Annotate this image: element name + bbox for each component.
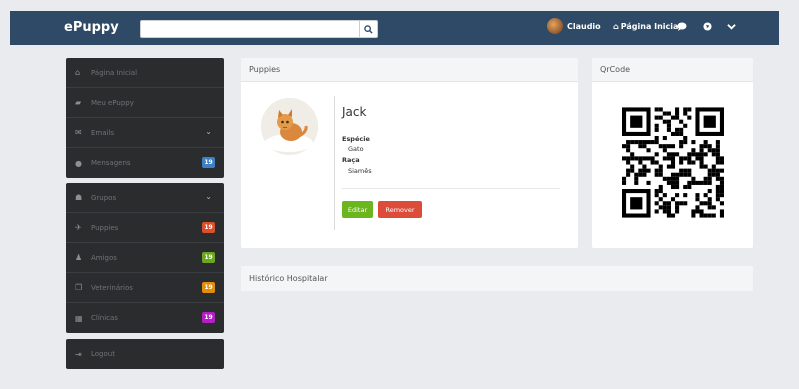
sidebar-item-amigos[interactable]: ♟ Amigos 19 (66, 243, 224, 273)
breed-value: Siamês (348, 167, 372, 175)
user-name: Claudio (567, 21, 601, 31)
home-link[interactable]: ⌂ Página Inicial (613, 22, 681, 31)
user-icon: ♟ (75, 253, 83, 262)
edit-button[interactable]: Editar (342, 201, 373, 218)
sidebar-item-puppies[interactable]: ✈ Puppies 19 (66, 213, 224, 243)
sidebar-item-clinicas[interactable]: ▦ Clínicas 19 (66, 303, 224, 333)
count-badge: 19 (202, 157, 215, 168)
sidebar-item-label: Logout (91, 350, 115, 358)
sidebar-item-label: Amigos (91, 253, 117, 262)
avatar (547, 18, 563, 34)
sidebar-item-logout[interactable]: ⇥ Logout (66, 339, 224, 369)
qrcode-panel: QrCode (592, 58, 753, 248)
species-value: Gato (348, 145, 364, 153)
sidebar-item-pagina-inicial[interactable]: ⌂ Página Inicial (66, 58, 224, 88)
sidebar-item-label: Grupos (91, 193, 117, 202)
sidebar-item-meu-epuppy[interactable]: ▰ Meu ePuppy (66, 88, 224, 118)
chat-icon: ● (75, 158, 82, 168)
species-label: Espécie (342, 135, 370, 143)
chevron-down-icon[interactable] (727, 22, 736, 34)
puppies-panel: Puppies Jack Espécie Gato Raça Siamês Ed… (241, 58, 578, 248)
chevron-down-icon: ⌄ (205, 192, 212, 201)
sidebar-item-label: Veterinários (91, 283, 133, 292)
sidebar-item-label: Mensagens (91, 159, 131, 167)
divider (334, 96, 335, 230)
count-badge: 19 (202, 282, 215, 293)
globe-icon[interactable] (703, 22, 712, 34)
user-menu[interactable]: Claudio (547, 18, 601, 34)
top-navbar: ePuppy Claudio ⌂ Página Inicial (10, 11, 779, 45)
home-link-label: Página Inicial (620, 22, 682, 31)
sidebar-item-label: Clínicas (91, 314, 118, 322)
history-panel: Histórico Hospitalar (241, 266, 753, 291)
envelope-icon: ✉ (75, 128, 82, 137)
sidebar-group-social: ☗ Grupos ⌄ ✈ Puppies 19 ♟ Amigos 19 ❐ Ve… (66, 183, 224, 333)
pet-name: Jack (342, 105, 367, 119)
search-button[interactable] (359, 21, 377, 37)
breed-label: Raça (342, 156, 360, 164)
pet-photo[interactable] (261, 98, 318, 155)
users-icon: ☗ (75, 193, 83, 202)
puppies-panel-header: Puppies (241, 58, 578, 82)
search-input[interactable] (140, 20, 378, 38)
count-badge: 19 (202, 222, 215, 233)
chat-icon[interactable] (677, 22, 687, 34)
search-icon (364, 24, 373, 34)
history-panel-header: Histórico Hospitalar (241, 266, 753, 291)
sidebar-group-main: ⌂ Página Inicial ▰ Meu ePuppy ✉ Emails ⌄… (66, 58, 224, 178)
count-badge: 19 (202, 312, 215, 323)
book-icon: ▰ (75, 98, 82, 107)
table-icon: ▦ (75, 313, 83, 323)
copy-icon: ❐ (75, 283, 83, 292)
brand-logo[interactable]: ePuppy (64, 20, 119, 35)
sidebar-item-emails[interactable]: ✉ Emails ⌄ (66, 118, 224, 148)
signout-icon: ⇥ (75, 349, 82, 359)
sidebar-item-grupos[interactable]: ☗ Grupos ⌄ (66, 183, 224, 213)
sidebar-item-label: Puppies (91, 223, 119, 232)
sidebar-item-label: Meu ePuppy (91, 98, 134, 107)
sidebar-item-label: Página Inicial (91, 68, 138, 77)
count-badge: 19 (202, 252, 215, 263)
bird-icon: ✈ (75, 223, 82, 232)
sidebar-item-mensagens[interactable]: ● Mensagens 19 (66, 148, 224, 178)
qr-code-image (622, 107, 724, 218)
home-icon: ⌂ (613, 22, 619, 31)
sidebar-item-label: Emails (91, 128, 115, 137)
home-icon: ⌂ (75, 68, 81, 77)
qrcode-panel-header: QrCode (592, 58, 753, 82)
sidebar-item-veterinarios[interactable]: ❐ Veterinários 19 (66, 273, 224, 303)
sidebar-group-logout: ⇥ Logout (66, 339, 224, 369)
remove-button[interactable]: Remover (378, 201, 422, 218)
chevron-down-icon: ⌄ (205, 127, 212, 136)
divider (342, 188, 560, 189)
